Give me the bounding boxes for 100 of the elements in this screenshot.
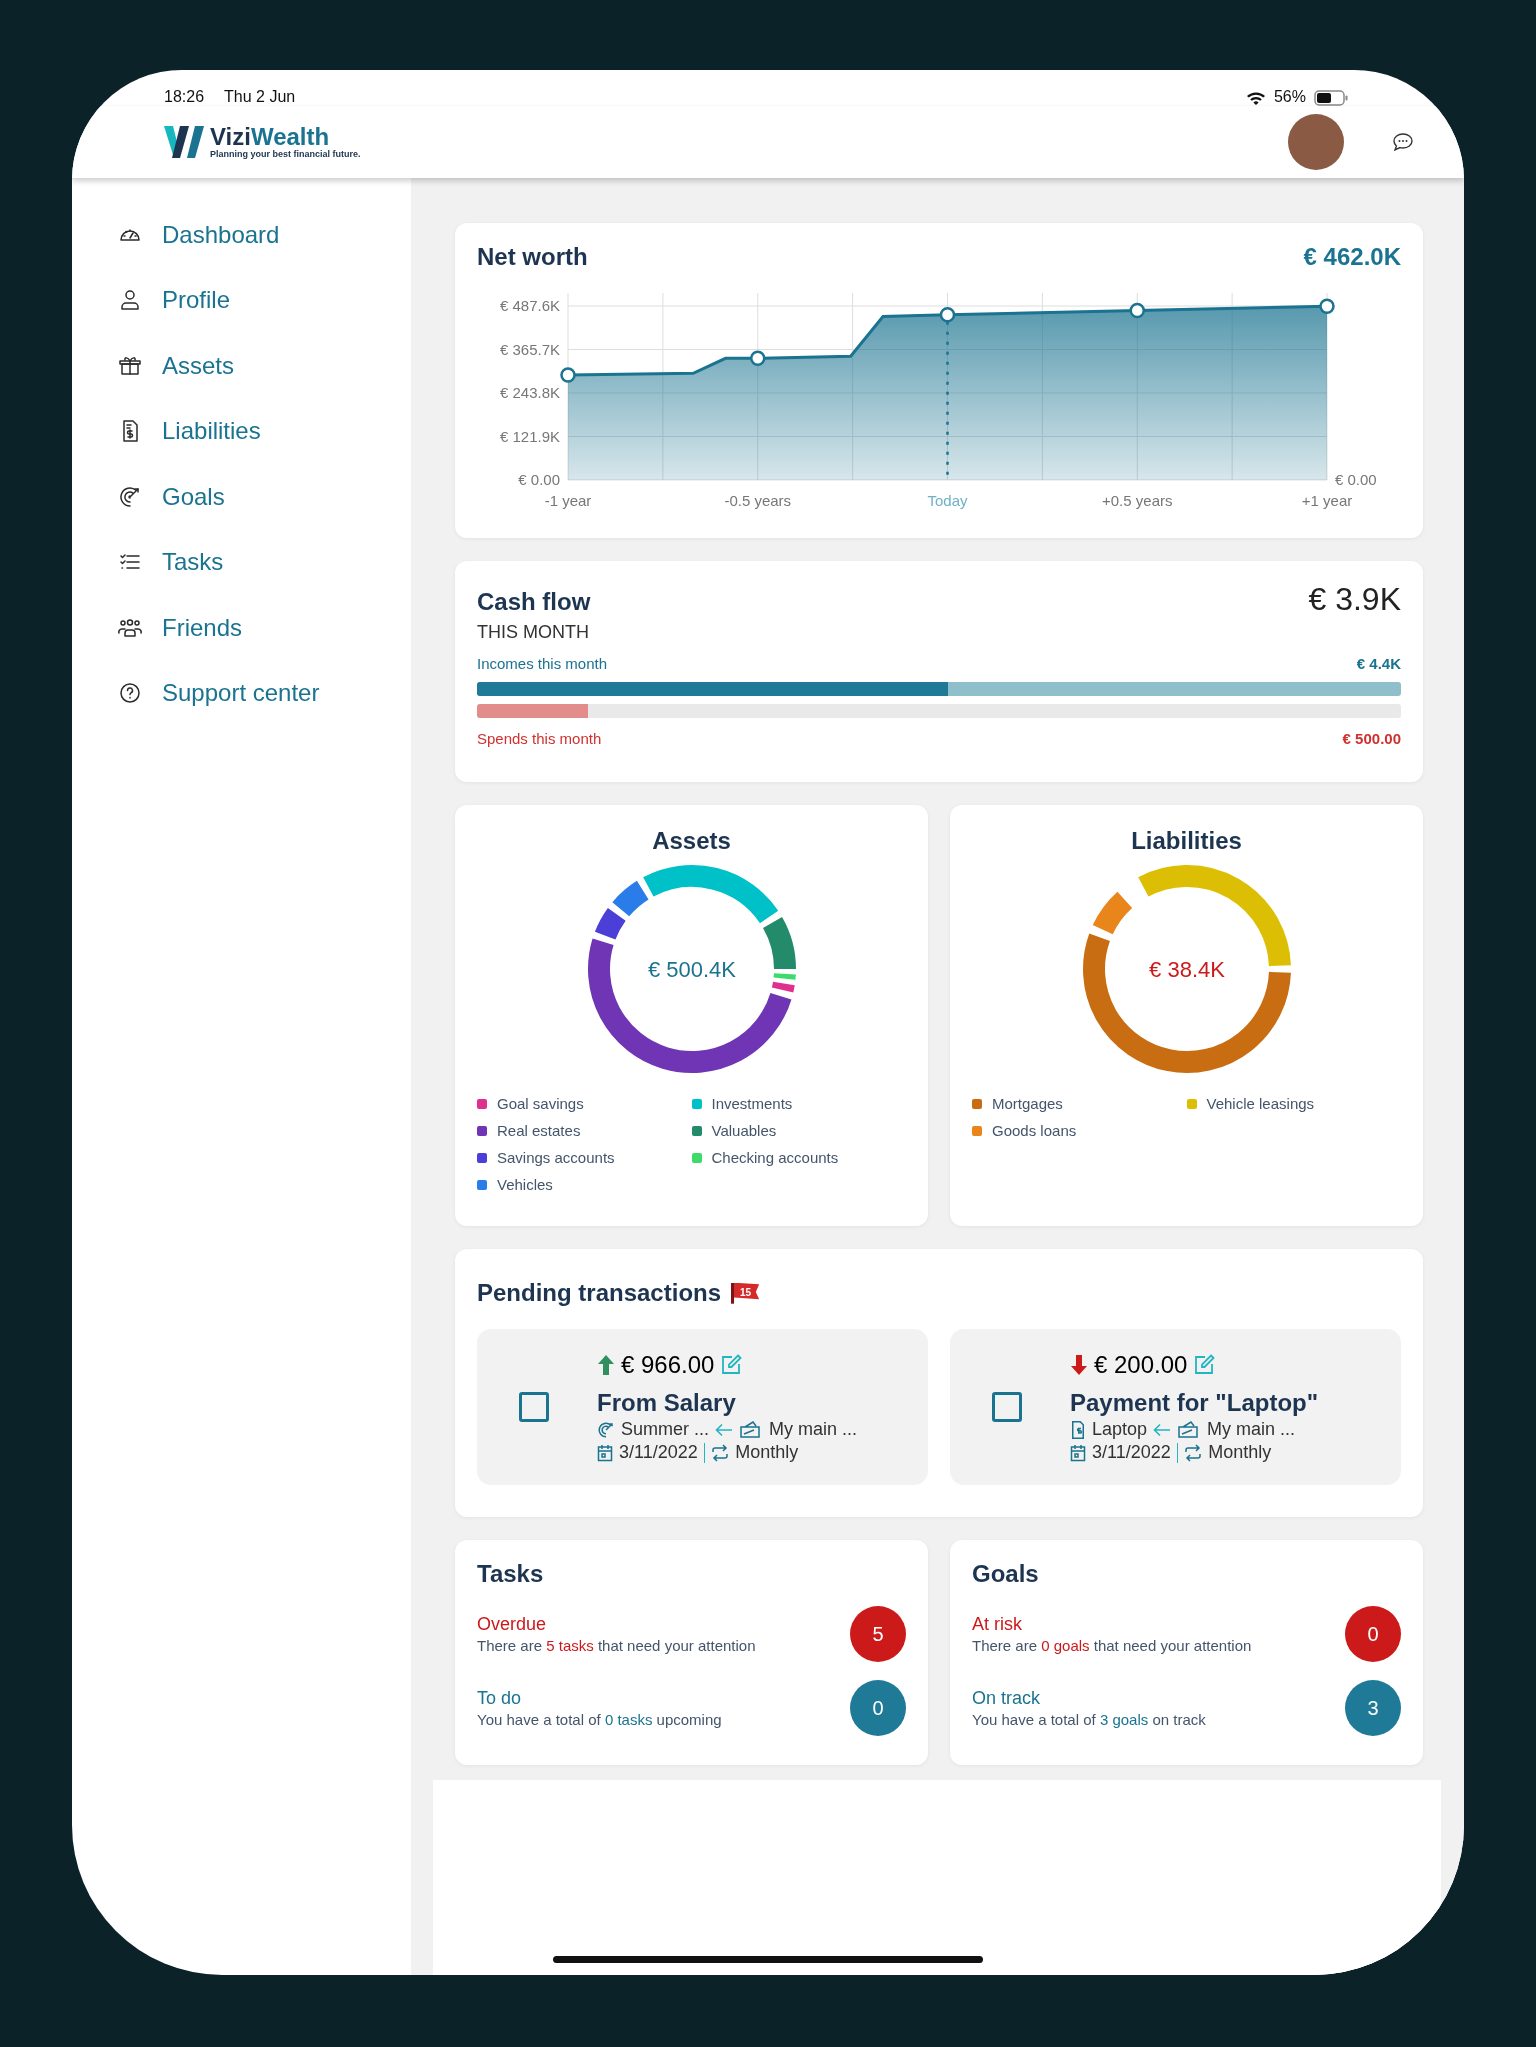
target-icon: [118, 484, 142, 509]
checkbox[interactable]: [992, 1392, 1022, 1422]
recurrence: Monthly: [1208, 1442, 1272, 1463]
x-axis-label: +1 year: [1301, 492, 1353, 509]
y-axis-label: € 487.6K: [499, 297, 560, 314]
total-value: € 500.4K: [647, 957, 736, 982]
repeat-icon: [1184, 1443, 1203, 1462]
y-axis-label: € 121.9K: [499, 427, 560, 445]
sidebar-item[interactable]: Support center: [72, 660, 411, 726]
status-label: On track: [972, 1688, 1042, 1709]
account-name: My main ...: [769, 1419, 858, 1440]
legend-label: Goal savings: [497, 1095, 584, 1112]
count-badge: 0: [1345, 1606, 1401, 1662]
legend-label: Checking accounts: [711, 1149, 839, 1166]
spends-label: Spends this month: [477, 730, 602, 747]
calendar-icon: [1070, 1443, 1086, 1462]
legend-label: Valuables: [711, 1122, 777, 1139]
status-date: Thu 2 Jun: [224, 88, 296, 106]
help-icon: [118, 681, 142, 706]
calendar-icon: [597, 1443, 613, 1462]
status-description: There are 5 tasks that need your attention: [477, 1637, 756, 1654]
transaction-tile[interactable]: € 200.00 Payment for "Laptop" Laptop My main ... 3/11/2022 Monthly: [950, 1329, 1401, 1485]
y-axis-label: € 365.7K: [499, 340, 560, 358]
data-point[interactable]: [560, 367, 576, 383]
legend-label: Real estates: [497, 1122, 581, 1139]
card-title: Cash flow: [477, 588, 591, 616]
legend-label: Vehicles: [497, 1176, 553, 1193]
recurrence: Monthly: [735, 1442, 799, 1463]
sidebar-item[interactable]: Assets: [72, 333, 411, 399]
legend-label: Investments: [711, 1095, 793, 1112]
data-point[interactable]: [1319, 298, 1335, 314]
x-axis-label: +0.5 years: [1102, 492, 1173, 509]
transaction-amount: € 200.00: [1094, 1351, 1188, 1379]
legend-label: Vehicle leasings: [1206, 1095, 1315, 1112]
transaction-title: From Salary: [597, 1389, 737, 1417]
data-point[interactable]: [939, 307, 956, 323]
status-description: You have a total of 0 tasks upcoming: [477, 1711, 722, 1728]
transaction-tile[interactable]: € 966.00 From Salary Summer ... My main ... 3/11/2022 Monthly: [477, 1329, 928, 1485]
data-point[interactable]: [750, 350, 766, 367]
account-name: My main ...: [1207, 1419, 1296, 1440]
card-title: Liabilities: [1130, 827, 1243, 855]
x-axis-label: -0.5 years: [724, 492, 792, 509]
card-title: Tasks: [477, 1560, 545, 1588]
person-icon: [118, 288, 142, 313]
legend-label: Savings accounts: [497, 1149, 615, 1166]
spends-value: € 500.00: [1342, 730, 1401, 747]
total-value: € 38.4K: [1148, 957, 1225, 982]
status-label: To do: [477, 1688, 523, 1709]
chat-icon[interactable]: [1392, 132, 1414, 152]
legend-label: Goods loans: [992, 1122, 1077, 1139]
battery-percent: 56%: [1273, 88, 1306, 106]
flag-badge: 15: [731, 1282, 760, 1304]
x-axis-label: -1 year: [544, 492, 592, 509]
status-label: Overdue: [477, 1614, 548, 1635]
sidebar-item[interactable]: Tasks: [72, 529, 411, 595]
brand-name: ViziWealth: [210, 125, 331, 149]
card-title: Pending transactions: [477, 1279, 722, 1307]
source-name: Summer ...: [621, 1419, 709, 1440]
status-description: There are 0 goals that need your attention: [972, 1637, 1252, 1654]
sidebar-item[interactable]: Dashboard: [72, 202, 411, 268]
data-point[interactable]: [1129, 302, 1145, 319]
transaction-amount: € 966.00: [621, 1351, 715, 1379]
transaction-date: 3/11/2022: [619, 1442, 698, 1463]
checkbox[interactable]: [519, 1392, 549, 1422]
target-icon: [597, 1420, 615, 1439]
down-arrow-icon: [1070, 1354, 1088, 1376]
y-axis-label: € 243.8K: [499, 384, 560, 401]
left-arrow-icon: [1153, 1422, 1172, 1437]
sidebar-item[interactable]: Liabilities: [72, 398, 411, 464]
card-title: Assets: [651, 827, 732, 855]
x-axis-label: Today: [927, 492, 968, 509]
legend-label: Mortgages: [992, 1095, 1063, 1112]
period-label: THIS MONTH: [477, 622, 590, 643]
battery-icon: [1314, 90, 1348, 106]
card-title: Net worth: [477, 243, 588, 271]
dollar-document-icon: [1070, 1420, 1086, 1439]
incomes-value: € 4.4K: [1356, 655, 1401, 672]
wifi-icon: [1245, 91, 1266, 106]
count-badge: 0: [850, 1680, 906, 1736]
left-arrow-icon: [715, 1422, 733, 1437]
count-badge: 5: [850, 1606, 906, 1662]
y-axis-label: € 0.00: [1335, 471, 1377, 488]
avatar[interactable]: [1288, 114, 1344, 170]
net-worth-value: € 462.0K: [1303, 243, 1401, 271]
up-arrow-icon: [597, 1354, 615, 1376]
transaction-title: Payment for "Laptop": [1070, 1389, 1319, 1417]
status-label: At risk: [972, 1614, 1023, 1635]
sidebar-item[interactable]: Profile: [72, 267, 411, 333]
cash-flow-value: € 3.9K: [1308, 581, 1401, 618]
y-axis-label: € 0.00: [518, 471, 560, 488]
sidebar-item[interactable]: Goals: [72, 464, 411, 530]
status-description: You have a total of 3 goals on track: [972, 1711, 1206, 1728]
source-name: Laptop: [1092, 1419, 1148, 1440]
transaction-date: 3/11/2022: [1092, 1442, 1171, 1463]
repeat-icon: [711, 1443, 730, 1462]
status-time: 18:26: [164, 88, 205, 106]
incomes-label: Incomes this month: [477, 655, 608, 672]
sidebar-item[interactable]: Friends: [72, 595, 411, 661]
brand-tagline: Planning your best financial future.: [210, 149, 361, 159]
count-badge: 3: [1345, 1680, 1401, 1736]
